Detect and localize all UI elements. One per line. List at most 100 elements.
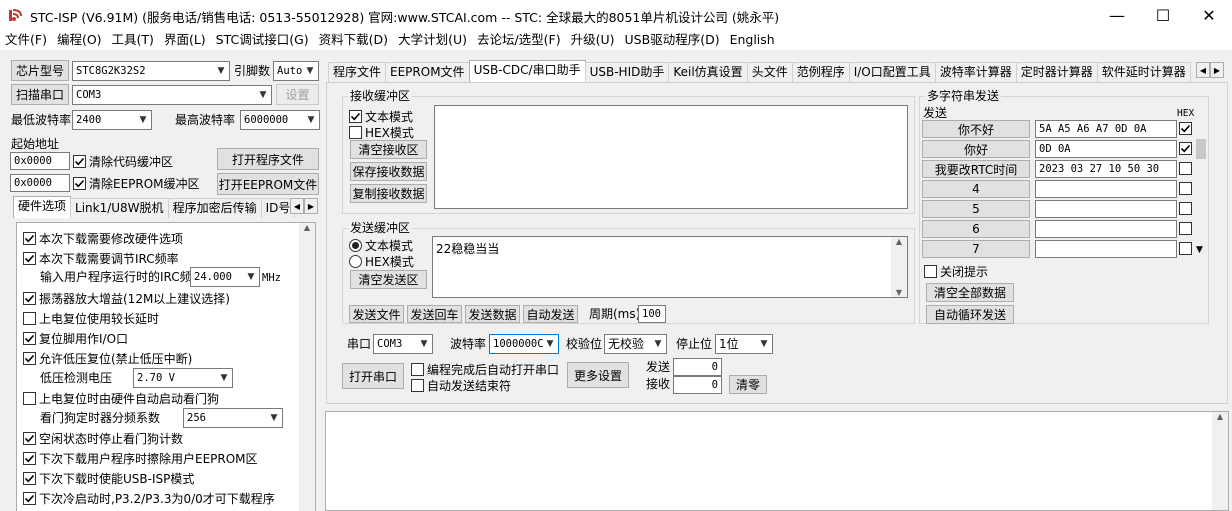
- multi-send-button[interactable]: 你不好: [922, 120, 1030, 138]
- tab-delay-calc[interactable]: 软件延时计算器: [1096, 62, 1191, 82]
- clear-eeprom-checkbox[interactable]: 清除EEPROM缓冲区: [73, 175, 200, 192]
- send-data-button[interactable]: 发送数据: [465, 305, 520, 323]
- hardware-options-scrollbar[interactable]: ▲: [299, 223, 315, 511]
- multi-send-button[interactable]: 我要改RTC时间: [922, 160, 1030, 178]
- multi-send-input[interactable]: 2023 03 27 10 50 30: [1035, 160, 1177, 178]
- multi-send-input[interactable]: 0D 0A: [1035, 140, 1177, 158]
- wdt-prescaler-select[interactable]: 256 ▼: [183, 408, 283, 428]
- code-address-input[interactable]: 0x0000: [10, 152, 70, 170]
- parity-select[interactable]: 无校验 ▼: [604, 334, 667, 354]
- tab-baud-calc[interactable]: 波特率计算器: [934, 62, 1017, 82]
- send-file-button[interactable]: 发送文件: [349, 305, 404, 323]
- menu-interface[interactable]: 界面(L): [159, 30, 211, 50]
- tab-eeprom-file[interactable]: EEPROM文件: [385, 62, 470, 82]
- multi-send-input[interactable]: [1035, 200, 1177, 218]
- option-osc-gain[interactable]: 振荡器放大增益(12M以上建议选择): [23, 290, 230, 307]
- min-baud-select[interactable]: 2400 ▼: [72, 110, 152, 130]
- eeprom-address-input[interactable]: 0x0000: [10, 174, 70, 192]
- scroll-up-icon[interactable]: ▲: [304, 223, 310, 232]
- tab-program-file[interactable]: 程序文件: [328, 62, 387, 82]
- scroll-down-icon[interactable]: ▼: [896, 288, 902, 297]
- multi-send-button[interactable]: 5: [922, 200, 1030, 218]
- multi-send-input[interactable]: [1035, 180, 1177, 198]
- save-receive-button[interactable]: 保存接收数据: [350, 162, 427, 181]
- chip-model-button[interactable]: 芯片型号: [11, 60, 69, 81]
- menu-program[interactable]: 编程(O): [52, 30, 107, 50]
- multi-send-input[interactable]: [1035, 220, 1177, 238]
- multi-scrollbar-thumb[interactable]: [1196, 139, 1206, 159]
- tab-header-file[interactable]: 头文件: [746, 62, 793, 82]
- menu-file[interactable]: 文件(F): [0, 30, 52, 50]
- tab-io-config[interactable]: I/O口配置工具: [848, 62, 936, 82]
- menu-forum[interactable]: 去论坛/选型(F): [472, 30, 566, 50]
- arrow-right-icon[interactable]: ▶: [304, 198, 318, 214]
- stop-bit-select[interactable]: 1位 ▼: [715, 334, 773, 354]
- option-long-reset-delay[interactable]: 上电复位使用较长延时: [23, 310, 159, 327]
- maximize-button[interactable]: ☐: [1140, 0, 1186, 30]
- auto-send-button[interactable]: 自动发送: [523, 305, 578, 323]
- open-serial-button[interactable]: 打开串口: [342, 363, 404, 389]
- tab-usb-hid[interactable]: USB-HID助手: [584, 62, 670, 82]
- menu-university[interactable]: 大学计划(U): [393, 30, 472, 50]
- tab-examples[interactable]: 范例程序: [791, 62, 850, 82]
- arrow-left-icon[interactable]: ◀: [290, 198, 304, 214]
- auto-loop-send-button[interactable]: 自动循环发送: [926, 305, 1014, 324]
- tab-timer-calc[interactable]: 定时器计算器: [1015, 62, 1098, 82]
- option-usb-isp[interactable]: 下次下载时使能USB-ISP模式: [23, 470, 194, 487]
- option-reset-pin-io[interactable]: 复位脚用作I/O口: [23, 330, 128, 347]
- send-hex-mode-radio[interactable]: HEX模式: [349, 253, 414, 270]
- more-settings-button[interactable]: 更多设置: [567, 362, 629, 388]
- auto-end-char-checkbox[interactable]: 自动发送结束符: [411, 377, 511, 394]
- hex-checkbox-unchecked-icon[interactable]: [1179, 222, 1192, 235]
- multi-send-button[interactable]: 6: [922, 220, 1030, 238]
- tab-keil-debug[interactable]: Keil仿真设置: [668, 62, 748, 82]
- receive-textarea[interactable]: [434, 105, 908, 209]
- multi-send-button[interactable]: 4: [922, 180, 1030, 198]
- tab-hardware-options[interactable]: 硬件选项: [13, 196, 72, 218]
- option-hw-watchdog[interactable]: 上电复位时由硬件自动启动看门狗: [23, 390, 219, 407]
- send-scrollbar[interactable]: ▲ ▼: [891, 237, 907, 297]
- scroll-down-icon[interactable]: ▼: [1196, 242, 1203, 258]
- baud-rate-select[interactable]: 1000000C ▼: [489, 334, 559, 354]
- arrow-left-icon[interactable]: ◀: [1196, 62, 1210, 78]
- option-adjust-irc[interactable]: 本次下载需要调节IRC频率: [23, 250, 179, 267]
- clear-receive-button[interactable]: 清空接收区: [350, 140, 427, 159]
- menu-download[interactable]: 资料下载(D): [314, 30, 393, 50]
- auto-open-serial-checkbox[interactable]: 编程完成后自动打开串口: [411, 361, 559, 378]
- hex-checkbox-unchecked-icon[interactable]: [1179, 202, 1192, 215]
- chip-model-select[interactable]: STC8G2K32S2 ▼: [72, 61, 230, 81]
- send-textarea[interactable]: 22稳稳当当 ▲ ▼: [432, 236, 908, 298]
- menu-debug[interactable]: STC调试接口(G): [211, 30, 314, 50]
- lvd-voltage-select[interactable]: 2.70 V ▼: [133, 368, 233, 388]
- clear-all-data-button[interactable]: 清空全部数据: [926, 283, 1014, 302]
- irc-frequency-select[interactable]: 24.000 ▼: [190, 267, 260, 287]
- open-eeprom-file-button[interactable]: 打开EEPROM文件: [217, 173, 319, 195]
- menu-english[interactable]: English: [725, 30, 780, 50]
- menu-usb-driver[interactable]: USB驱动程序(D): [620, 30, 725, 50]
- hex-checkbox-unchecked-icon[interactable]: [1179, 182, 1192, 195]
- multi-send-button[interactable]: 你好: [922, 140, 1030, 158]
- scan-port-button[interactable]: 扫描串口: [11, 84, 69, 105]
- menu-tools[interactable]: 工具(T): [107, 30, 159, 50]
- port-select[interactable]: COM3 ▼: [72, 85, 272, 105]
- send-return-button[interactable]: 发送回车: [407, 305, 462, 323]
- pin-count-select[interactable]: Auto ▼: [273, 61, 319, 81]
- hex-checkbox-unchecked-icon[interactable]: [1179, 162, 1192, 175]
- scroll-up-icon[interactable]: ▲: [896, 237, 902, 246]
- close-hint-checkbox[interactable]: 关闭提示: [924, 263, 988, 280]
- option-idle-stop-wdt[interactable]: 空闲状态时停止看门狗计数: [23, 430, 183, 447]
- option-modify-hw[interactable]: 本次下载需要修改硬件选项: [23, 230, 183, 247]
- serial-port-select[interactable]: COM3 ▼: [373, 334, 433, 354]
- option-erase-eeprom[interactable]: 下次下载用户程序时擦除用户EEPROM区: [23, 450, 258, 467]
- clear-code-checkbox[interactable]: 清除代码缓冲区: [73, 153, 173, 170]
- recv-hex-mode-checkbox[interactable]: HEX模式: [349, 124, 414, 141]
- hex-checkbox-checked-icon[interactable]: [1179, 142, 1192, 155]
- copy-receive-button[interactable]: 复制接收数据: [350, 184, 427, 203]
- clear-send-button[interactable]: 清空发送区: [350, 270, 427, 289]
- send-text-mode-radio[interactable]: 文本模式: [349, 237, 413, 254]
- max-baud-select[interactable]: 6000000 ▼: [240, 110, 320, 130]
- option-low-voltage-reset[interactable]: 允许低压复位(禁止低压中断): [23, 350, 192, 367]
- close-button[interactable]: ✕: [1186, 0, 1232, 30]
- arrow-right-icon[interactable]: ▶: [1210, 62, 1224, 78]
- tab-encrypt[interactable]: 程序加密后传输: [167, 198, 262, 218]
